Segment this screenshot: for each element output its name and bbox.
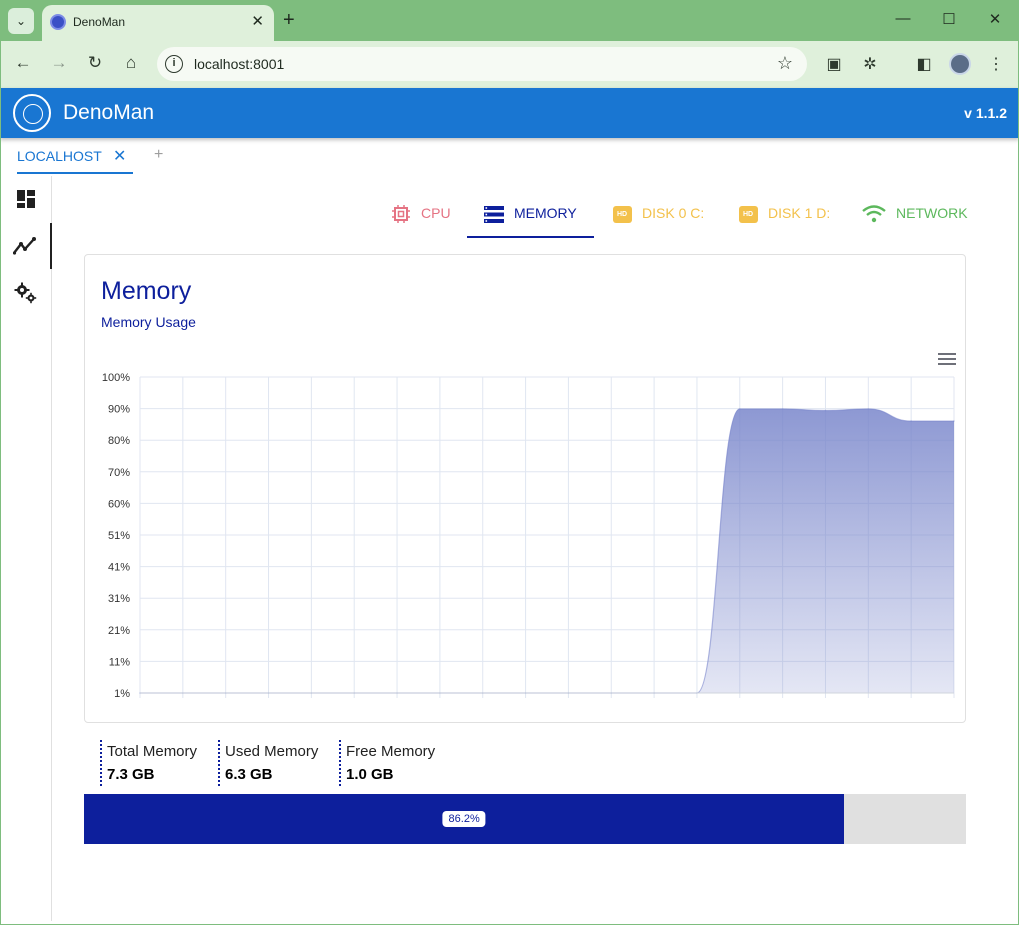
window-close-icon[interactable]: ✕ — [983, 10, 1007, 28]
sidebar-item-settings[interactable] — [0, 270, 52, 316]
minimize-icon[interactable]: — — [891, 10, 915, 27]
y-tick-label: 21% — [108, 625, 130, 637]
y-tick-label: 51% — [108, 530, 130, 542]
side-panel-icon[interactable]: ◧ — [913, 54, 935, 74]
stat-total-memory: Total Memory 7.3 GB — [100, 740, 197, 786]
site-info-icon[interactable]: i — [165, 55, 183, 73]
back-arrow-icon[interactable]: ← — [12, 53, 34, 73]
hd-disk-icon: HD — [738, 205, 758, 223]
app-title: DenoMan — [63, 101, 155, 124]
stat-used-memory: Used Memory 6.3 GB — [218, 740, 318, 786]
dashboard-icon — [17, 190, 35, 208]
tab-cpu[interactable]: CPU — [391, 198, 461, 238]
memory-usage-bar: 86.2% — [84, 794, 966, 844]
host-tab-localhost[interactable]: LOCALHOST ✕ — [17, 148, 133, 174]
data-point — [824, 409, 827, 412]
wifi-icon — [862, 205, 886, 223]
browser-tab-title: DenoMan — [73, 15, 126, 29]
memory-usage-chart: 100% 90% 80% 70% 60% 51% 41% 31% 21% 11% 1% — [102, 372, 955, 700]
y-tick-label: 100% — [102, 372, 130, 384]
browser-tab[interactable]: DenoMan ✕ — [42, 5, 274, 41]
y-tick-label: 1% — [114, 688, 130, 700]
sidebar-item-dashboard[interactable] — [0, 176, 52, 222]
y-tick-label: 70% — [108, 467, 130, 479]
forward-arrow-icon[interactable]: → — [48, 53, 70, 73]
card-title: Memory — [101, 277, 192, 305]
new-tab-button[interactable]: + — [283, 9, 295, 32]
stat-value: 6.3 GB — [225, 766, 273, 783]
app-version: v 1.1.2 — [964, 105, 1007, 121]
data-point — [738, 408, 741, 410]
y-tick-label: 41% — [108, 562, 130, 574]
sidebar — [0, 176, 52, 921]
denoman-favicon-icon — [50, 14, 66, 30]
tab-search-icon[interactable]: ⌄ — [8, 8, 34, 34]
hd-disk-icon: HD — [612, 205, 632, 223]
tab-cpu-label: CPU — [421, 205, 451, 221]
tab-disk-0[interactable]: HD DISK 0 C: — [612, 198, 712, 238]
data-point — [910, 420, 912, 422]
data-point — [867, 408, 870, 410]
tab-network[interactable]: NETWORK — [862, 198, 972, 238]
denoman-logo-icon — [13, 94, 51, 132]
data-point — [953, 420, 955, 422]
settings-gears-icon — [14, 282, 37, 304]
memory-storage-icon — [484, 205, 504, 223]
stat-value: 7.3 GB — [107, 766, 155, 783]
stat-label: Used Memory — [225, 743, 319, 760]
bookmark-star-icon[interactable]: ☆ — [777, 53, 793, 74]
tab-network-label: NETWORK — [896, 205, 968, 221]
add-host-button[interactable]: + — [154, 146, 163, 164]
extensions-icon[interactable]: ✲ — [859, 54, 881, 74]
tab-memory-label: MEMORY — [514, 205, 577, 221]
address-bar-url[interactable]: localhost:8001 — [194, 56, 284, 72]
tab-disk-0-label: DISK 0 C: — [642, 205, 705, 221]
browser-titlebar: ⌄ DenoMan ✕ + — ☐ ✕ — [0, 0, 1019, 41]
y-tick-label: 60% — [108, 498, 130, 510]
app-header: DenoMan v 1.1.2 — [0, 88, 1019, 138]
reload-icon[interactable]: ↻ — [84, 53, 106, 73]
cpu-chip-icon — [391, 205, 411, 223]
browser-toolbar: ← → ↻ ⌂ i localhost:8001 ☆ ▣ ✲ ◧ ⋮ — [0, 41, 1019, 88]
y-tick-label: 11% — [109, 656, 130, 668]
sidebar-item-monitoring[interactable] — [0, 223, 52, 269]
y-tick-label: 31% — [108, 593, 130, 605]
stat-label: Free Memory — [346, 743, 436, 760]
host-tab-label: LOCALHOST — [17, 148, 102, 164]
tab-disk-1-label: DISK 1 D: — [768, 205, 831, 221]
profile-avatar[interactable] — [949, 53, 971, 75]
monitoring-chart-icon — [13, 237, 36, 255]
stat-value: 1.0 GB — [346, 766, 394, 783]
maximize-icon[interactable]: ☐ — [937, 10, 961, 28]
memory-area — [140, 408, 954, 693]
browser-tab-close-icon[interactable]: ✕ — [251, 12, 264, 30]
host-tab-close-icon[interactable]: ✕ — [113, 146, 126, 166]
card-subtitle: Memory Usage — [101, 314, 196, 330]
tab-memory[interactable]: MEMORY — [467, 198, 594, 238]
tab-disk-1[interactable]: HD DISK 1 D: — [738, 198, 838, 238]
memory-usage-percent-label: 86.2% — [442, 811, 486, 827]
menu-dots-icon[interactable]: ⋮ — [985, 54, 1007, 74]
address-bar[interactable]: i localhost:8001 ☆ — [157, 47, 807, 81]
y-tick-label: 80% — [108, 435, 130, 447]
home-icon[interactable]: ⌂ — [120, 53, 142, 73]
cast-icon[interactable]: ▣ — [823, 54, 845, 74]
y-tick-label: 90% — [108, 404, 130, 416]
data-point — [781, 408, 784, 410]
stat-label: Total Memory — [107, 743, 198, 760]
stat-free-memory: Free Memory 1.0 GB — [339, 740, 435, 786]
